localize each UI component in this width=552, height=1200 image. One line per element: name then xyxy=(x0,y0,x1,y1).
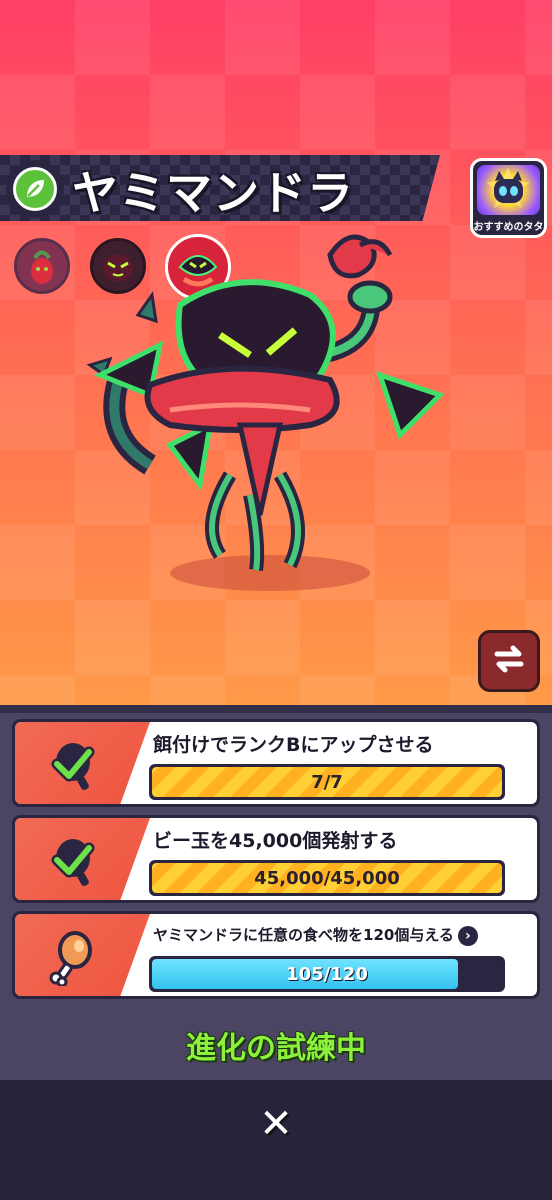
progress-text: 7/7 xyxy=(311,771,343,793)
task-label: ヤミマンドラに任意の食べ物を120個与える xyxy=(153,926,454,944)
task-label: 餌付けでランクBにアップさせる xyxy=(153,734,434,756)
chevron-right-icon[interactable]: › xyxy=(457,925,478,946)
evolution-task-panel: 餌付けでランクBにアップさせる 7/7 ビー玉を45,000個発射する 45,0… xyxy=(0,705,552,1080)
task-progress-bar: 45,000/45,000 xyxy=(149,860,505,896)
monster-illustration xyxy=(86,234,445,591)
checked-meat-icon xyxy=(43,736,103,794)
meat-icon xyxy=(43,928,103,988)
progress-text: 45,000/45,000 xyxy=(254,867,400,889)
element-badge xyxy=(6,160,64,218)
swap-button[interactable] xyxy=(478,630,540,692)
checked-meat-icon xyxy=(43,832,103,890)
task-progress-bar: 105/120 xyxy=(149,956,505,992)
evolution-status: 進化の試練中 xyxy=(186,1031,366,1066)
task-label: ビー玉を45,000個発射する xyxy=(153,830,398,852)
form-stage-1-button[interactable] xyxy=(14,238,70,294)
task-label-row[interactable]: ヤミマンドラに任意の食べ物を120個与える › xyxy=(153,924,478,946)
task-progress-bar: 7/7 xyxy=(149,764,505,800)
leaf-icon xyxy=(13,167,57,211)
panel-divider xyxy=(0,705,552,713)
task-item: 餌付けでランクBにアップさせる 7/7 xyxy=(12,719,540,807)
task-item: ビー玉を45,000個発射する 45,000/45,000 xyxy=(12,815,540,903)
progress-text: 105/120 xyxy=(286,963,368,985)
close-button[interactable]: ✕ xyxy=(246,1094,306,1154)
swap-arrows-icon xyxy=(491,641,527,681)
monster-scene: ヤミマンドラ おすすめのタタ xyxy=(0,0,552,705)
bottom-bar: ✕ xyxy=(0,1080,552,1200)
recommended-button[interactable]: おすすめのタタ xyxy=(470,158,547,238)
task-item[interactable]: ヤミマンドラに任意の食べ物を120個与える › 105/120 xyxy=(12,911,540,999)
cat-star-icon xyxy=(477,165,540,215)
recommended-label: おすすめのタタ xyxy=(473,222,544,233)
monster-name: ヤミマンドラ xyxy=(72,166,354,220)
